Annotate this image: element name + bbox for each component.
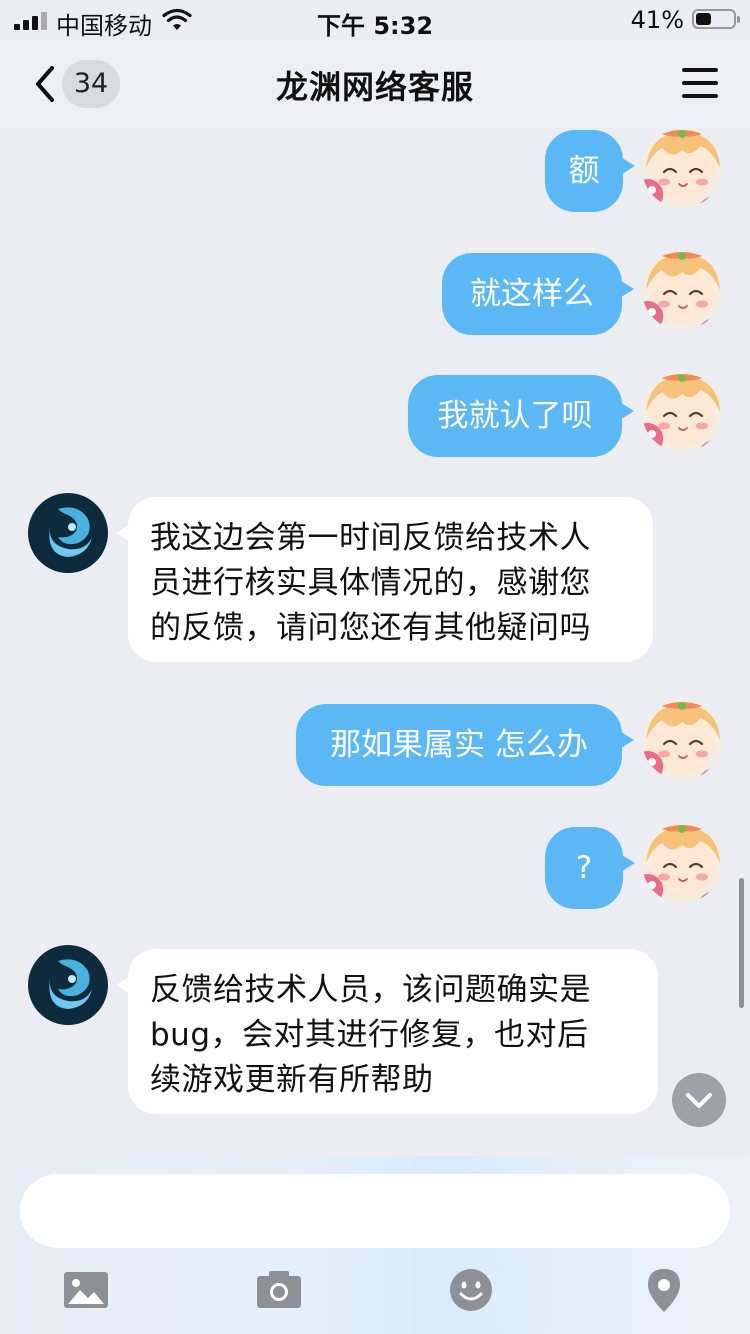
battery-icon xyxy=(692,9,740,29)
user-avatar[interactable] xyxy=(642,823,722,903)
outgoing-message-bubble[interactable]: 额 xyxy=(545,130,635,212)
image-icon[interactable] xyxy=(62,1266,110,1314)
incoming-message-bubble[interactable]: 反馈给技术人员，该问题确实是 bug，会对其进行修复，也对后 续游戏更新有所帮助 xyxy=(116,949,658,1114)
location-icon[interactable] xyxy=(640,1266,688,1314)
input-panel xyxy=(0,1156,750,1334)
message-line: 续游戏更新有所帮助 xyxy=(150,1062,434,1098)
support-avatar[interactable] xyxy=(28,945,108,1025)
message-text: 那如果属实 怎么办 xyxy=(330,727,588,763)
message-text: ? xyxy=(575,850,593,886)
nav-bar: 34 龙渊网络客服 xyxy=(0,40,750,128)
message-text: 额 xyxy=(568,153,600,189)
outgoing-message-bubble[interactable]: 就这样么 xyxy=(442,253,634,335)
emoji-icon[interactable] xyxy=(447,1266,495,1314)
outgoing-message-bubble[interactable]: ? xyxy=(545,827,635,909)
status-bar: 中国移动 下午 5:32 41% xyxy=(0,0,750,40)
user-avatar[interactable] xyxy=(642,372,722,452)
message-input[interactable] xyxy=(20,1174,730,1248)
message-line: 的反馈，请问您还有其他疑问吗 xyxy=(150,610,591,646)
hamburger-menu-icon[interactable] xyxy=(682,68,718,98)
outgoing-message-bubble[interactable]: 那如果属实 怎么办 xyxy=(296,704,634,786)
outgoing-message-bubble[interactable]: 我就认了呗 xyxy=(408,375,634,457)
support-avatar[interactable] xyxy=(28,493,108,573)
user-avatar[interactable] xyxy=(642,128,722,208)
message-text: 我就认了呗 xyxy=(437,398,593,434)
message-text: 就这样么 xyxy=(470,276,594,312)
battery-percent: 41% xyxy=(630,6,684,34)
incoming-message-bubble[interactable]: 我这边会第一时间反馈给技术人 员进行核实具体情况的，感谢您 的反馈，请问您还有其… xyxy=(116,497,653,662)
message-line: 员进行核实具体情况的，感谢您 xyxy=(150,565,591,601)
user-avatar[interactable] xyxy=(642,250,722,330)
message-line: bug，会对其进行修复，也对后 xyxy=(150,1017,589,1053)
chat-title: 龙渊网络客服 xyxy=(275,68,474,106)
scroll-to-bottom-button[interactable] xyxy=(672,1073,726,1127)
user-avatar[interactable] xyxy=(642,700,722,780)
camera-icon[interactable] xyxy=(255,1266,303,1314)
message-line: 我这边会第一时间反馈给技术人 xyxy=(150,520,591,556)
message-line: 反馈给技术人员，该问题确实是 xyxy=(150,972,591,1008)
scrollbar[interactable] xyxy=(739,878,744,1008)
